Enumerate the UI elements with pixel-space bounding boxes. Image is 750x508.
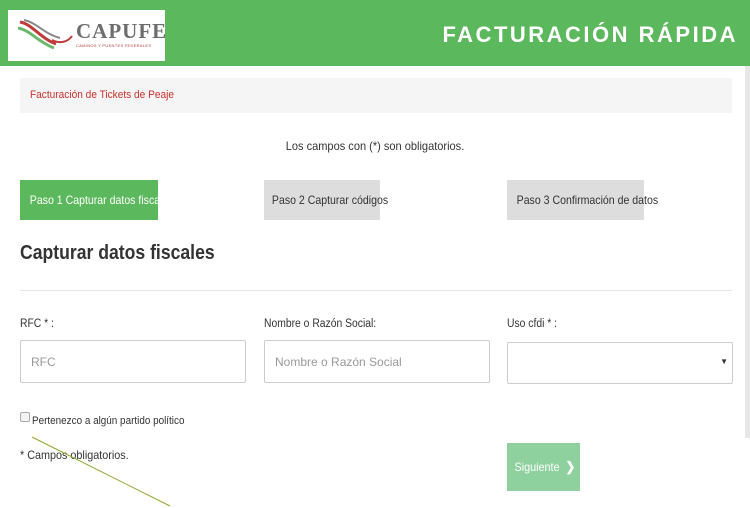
step-1-tab[interactable]: Paso 1 Capturar datos fiscales [20,180,174,220]
page-scrollbar[interactable] [745,66,750,438]
uso-cfdi-select[interactable]: ▼ [507,342,733,384]
required-fields-note: Los campos con (*) son obligatorios. [285,139,465,153]
partido-politico-checkbox[interactable] [20,412,30,422]
rfc-label: RFC * : [20,318,54,330]
page-header-title: FACTURACIÓN RÁPIDA [442,22,738,47]
uso-cfdi-label: Uso cfdi * : [507,318,558,330]
step-1-label: Paso 1 Capturar datos fiscales [29,193,174,207]
rfc-input[interactable] [20,340,246,383]
siguiente-button[interactable]: Siguiente ❯ [507,443,580,491]
razon-social-input[interactable] [264,340,490,383]
section-divider [20,290,732,291]
razon-social-label: Nombre o Razón Social: [264,318,377,330]
header-bar: CAPUFE CAMINOS Y PUENTES FEDERALES FACTU… [0,0,750,66]
step-3-label: Paso 3 Confirmación de datos [516,193,659,207]
siguiente-label: Siguiente [514,460,560,474]
logo-name: CAPUFE [76,19,168,43]
step-2-tab[interactable]: Paso 2 Capturar códigos [264,180,388,220]
capufe-logo[interactable]: CAPUFE CAMINOS Y PUENTES FEDERALES [8,10,168,61]
partido-politico-label[interactable]: Pertenezco a algún partido político [32,415,184,427]
chevron-right-icon: ❯ [565,459,575,474]
breadcrumb: Facturación de Tickets de Peaje [20,78,732,113]
capufe-emblem-icon [17,19,73,50]
chevron-down-icon: ▼ [720,357,728,366]
logo-subtitle: CAMINOS Y PUENTES FEDERALES [76,43,152,48]
breadcrumb-label: Facturación de Tickets de Peaje [30,89,175,101]
section-title: Capturar datos fiscales [20,242,215,264]
required-footnote: * Campos obligatorios. [20,448,129,462]
step-2-label: Paso 2 Capturar códigos [271,193,389,207]
step-3-tab[interactable]: Paso 3 Confirmación de datos [507,180,658,220]
